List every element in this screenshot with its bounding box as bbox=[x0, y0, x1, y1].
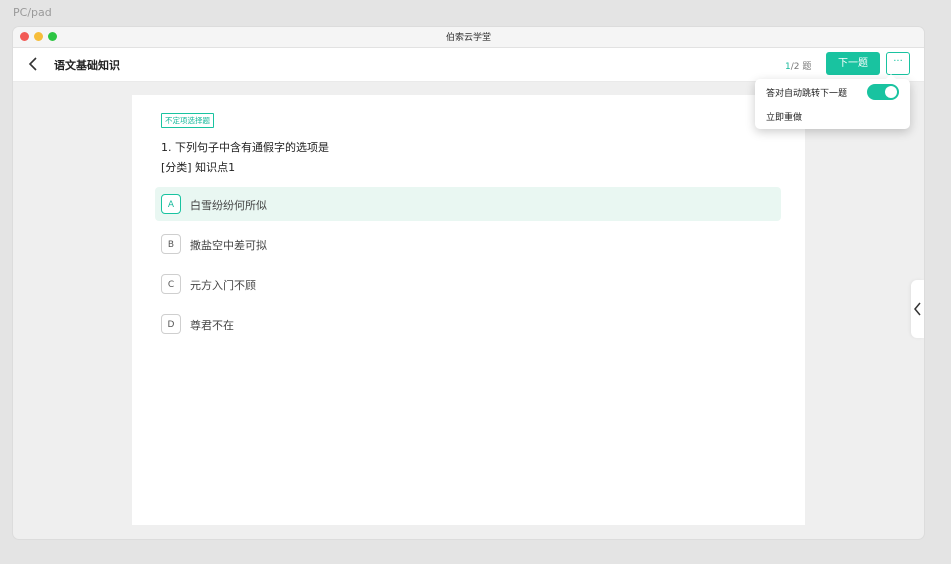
question-category: [分类] 知识点1 bbox=[161, 161, 236, 174]
frame-label: PC/pad bbox=[13, 6, 52, 19]
back-icon[interactable] bbox=[27, 56, 41, 72]
question-card: 不定项选择题 1. 下列句子中含有通假字的选项是 [分类] 知识点1 A 白雪纷… bbox=[132, 95, 805, 525]
chevron-left-icon bbox=[914, 302, 921, 316]
next-question-button[interactable]: 下一题 bbox=[826, 52, 880, 75]
option-text: 白雪纷纷何所似 bbox=[190, 199, 267, 212]
option-letter: C bbox=[161, 274, 181, 294]
auto-next-label: 答对自动跳转下一题 bbox=[766, 89, 848, 99]
redo-now-item[interactable]: 立即重做 bbox=[766, 110, 802, 123]
option-letter: B bbox=[161, 234, 181, 254]
side-panel-toggle[interactable] bbox=[911, 280, 924, 338]
option-b[interactable]: B 撒盐空中差可拟 bbox=[155, 227, 781, 261]
question-type-badge: 不定项选择题 bbox=[161, 113, 214, 128]
option-text: 元方入门不顾 bbox=[190, 279, 256, 292]
page-title: 语文基础知识 bbox=[54, 59, 120, 72]
question-progress: 1/2 题 bbox=[785, 59, 811, 72]
option-letter: D bbox=[161, 314, 181, 334]
more-button[interactable]: ··· bbox=[886, 52, 910, 75]
option-letter: A bbox=[161, 194, 181, 214]
toggle-knob bbox=[885, 86, 897, 98]
auto-next-toggle[interactable] bbox=[867, 84, 899, 100]
option-a[interactable]: A 白雪纷纷何所似 bbox=[155, 187, 781, 221]
progress-total: /2 题 bbox=[790, 62, 812, 72]
window-title: 伯索云学堂 bbox=[445, 33, 491, 43]
window-titlebar: 伯索云学堂 bbox=[13, 27, 924, 48]
option-text: 撒盐空中差可拟 bbox=[190, 239, 267, 252]
more-menu-popover: 答对自动跳转下一题 立即重做 bbox=[755, 74, 910, 129]
app-header: 语文基础知识 1/2 题 下一题 ··· bbox=[13, 48, 924, 82]
option-d[interactable]: D 尊君不在 bbox=[155, 307, 781, 341]
question-text: 1. 下列句子中含有通假字的选项是 bbox=[161, 141, 329, 154]
option-text: 尊君不在 bbox=[190, 319, 234, 332]
option-c[interactable]: C 元方入门不顾 bbox=[155, 267, 781, 301]
